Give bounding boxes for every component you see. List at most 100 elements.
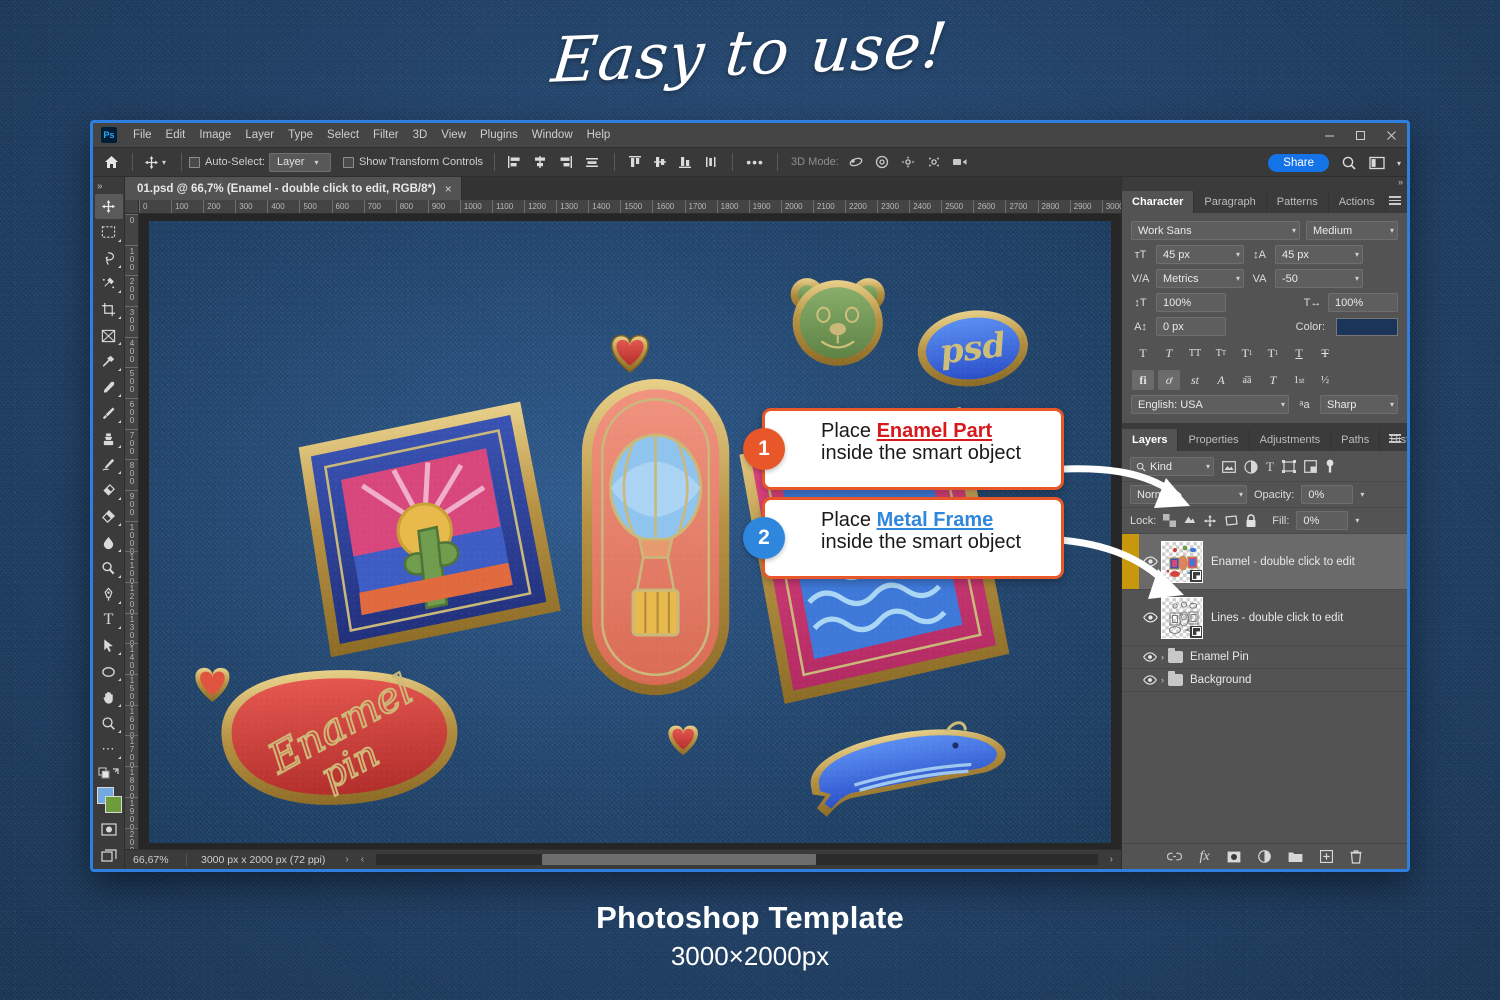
layer-name[interactable]: Lines - double click to edit bbox=[1211, 612, 1343, 624]
object-selection-tool[interactable] bbox=[95, 272, 123, 297]
tool-preset-chevron-icon[interactable]: ▾ bbox=[162, 158, 166, 167]
standard-ligatures-icon[interactable]: fi bbox=[1132, 370, 1154, 390]
align-top-edges-icon[interactable] bbox=[622, 155, 647, 169]
dodge-tool[interactable] bbox=[95, 556, 123, 581]
pan-3d-icon[interactable] bbox=[895, 155, 921, 169]
align-vertical-centers-icon[interactable] bbox=[647, 155, 672, 169]
gradient-tool[interactable] bbox=[95, 504, 123, 529]
layer-thumbnail[interactable] bbox=[1161, 541, 1203, 583]
subscript-icon[interactable]: T1 bbox=[1262, 343, 1284, 363]
opacity-field[interactable]: 0% bbox=[1301, 485, 1353, 504]
font-style-dropdown[interactable]: Medium ▾ bbox=[1306, 221, 1398, 240]
menu-3d[interactable]: 3D bbox=[406, 126, 435, 144]
orbit-3d-icon[interactable] bbox=[843, 155, 869, 169]
menu-plugins[interactable]: Plugins bbox=[473, 126, 525, 144]
clone-stamp-tool[interactable] bbox=[95, 427, 123, 452]
layer-style-fx-icon[interactable]: fx bbox=[1199, 849, 1209, 865]
slide-3d-icon[interactable] bbox=[921, 155, 947, 169]
faux-italic-icon[interactable]: T bbox=[1158, 343, 1180, 363]
table-row[interactable]: Enamel - double click to edit bbox=[1122, 534, 1407, 590]
group-expand-chevron-icon[interactable]: › bbox=[1161, 652, 1164, 662]
font-family-dropdown[interactable]: Work Sans ▾ bbox=[1131, 221, 1300, 240]
frame-tool[interactable] bbox=[95, 323, 123, 348]
ordinals-icon[interactable]: 1st bbox=[1288, 370, 1310, 390]
align-right-edges-icon[interactable] bbox=[552, 155, 577, 169]
align-horizontal-centers-icon[interactable] bbox=[527, 155, 552, 169]
menu-help[interactable]: Help bbox=[580, 126, 618, 144]
kerning-dropdown[interactable]: Metrics ▾ bbox=[1156, 269, 1244, 288]
screen-mode-icon[interactable] bbox=[95, 843, 123, 868]
close-tab-icon[interactable]: × bbox=[445, 182, 452, 196]
chevron-left-icon[interactable]: ‹ bbox=[355, 854, 370, 865]
horizontal-scrollbar[interactable] bbox=[376, 854, 1098, 865]
ellipse-tool[interactable] bbox=[95, 659, 123, 684]
lock-position-icon[interactable] bbox=[1203, 514, 1217, 528]
rectangular-marquee-tool[interactable] bbox=[95, 220, 123, 245]
brush-tool[interactable] bbox=[95, 401, 123, 426]
fill-field[interactable]: 0% bbox=[1296, 511, 1348, 530]
link-layers-icon[interactable] bbox=[1167, 851, 1182, 862]
tracking-dropdown[interactable]: -50 ▾ bbox=[1275, 269, 1363, 288]
faux-bold-icon[interactable]: T bbox=[1132, 343, 1154, 363]
chevron-right-icon[interactable]: › bbox=[339, 854, 354, 865]
workspace-chevron-down-icon[interactable]: ▾ bbox=[1397, 159, 1401, 168]
layer-thumbnail[interactable] bbox=[1161, 597, 1203, 639]
antialias-dropdown[interactable]: Sharp ▾ bbox=[1320, 395, 1398, 414]
stylistic-alternates-icon[interactable]: T bbox=[1262, 370, 1284, 390]
delete-layer-icon[interactable] bbox=[1350, 850, 1362, 864]
auto-select-dropdown[interactable]: Layer ▾ bbox=[269, 153, 331, 172]
fractions-icon[interactable]: ½ bbox=[1314, 370, 1336, 390]
lock-image-pixels-icon[interactable] bbox=[1183, 514, 1196, 527]
all-caps-icon[interactable]: TT bbox=[1184, 343, 1206, 363]
pixel-layer-filter-icon[interactable] bbox=[1222, 461, 1236, 473]
type-tool[interactable]: T bbox=[95, 608, 123, 633]
hand-tool[interactable] bbox=[95, 685, 123, 710]
menu-window[interactable]: Window bbox=[525, 126, 580, 144]
menu-type[interactable]: Type bbox=[281, 126, 320, 144]
lock-transparent-pixels-icon[interactable] bbox=[1163, 514, 1176, 527]
zoom-level[interactable]: 66,67% bbox=[125, 854, 187, 866]
smart-object-filter-icon[interactable] bbox=[1304, 460, 1317, 473]
menu-image[interactable]: Image bbox=[192, 126, 238, 144]
horizontal-scale-field[interactable]: 100% bbox=[1328, 293, 1398, 312]
align-left-edges-icon[interactable] bbox=[502, 155, 527, 169]
maximize-icon[interactable] bbox=[1345, 123, 1376, 147]
layer-name[interactable]: Enamel Pin bbox=[1190, 651, 1249, 663]
close-icon[interactable] bbox=[1376, 123, 1407, 147]
filter-toggle-icon[interactable] bbox=[1325, 459, 1335, 474]
spot-healing-brush-tool[interactable] bbox=[95, 375, 123, 400]
eyedropper-tool[interactable] bbox=[95, 349, 123, 374]
new-adjustment-layer-icon[interactable] bbox=[1258, 850, 1271, 863]
contextual-alternates-icon[interactable]: ơ bbox=[1158, 370, 1180, 390]
workspace-panel-icon[interactable] bbox=[1369, 156, 1385, 170]
tab-character[interactable]: Character bbox=[1122, 191, 1194, 213]
tab-layers[interactable]: Layers bbox=[1122, 429, 1178, 451]
layer-name[interactable]: Background bbox=[1190, 674, 1251, 686]
background-color-swatch[interactable] bbox=[105, 796, 122, 813]
tab-adjustments[interactable]: Adjustments bbox=[1250, 429, 1332, 451]
lasso-tool[interactable] bbox=[95, 246, 123, 271]
minimize-icon[interactable] bbox=[1314, 123, 1345, 147]
default-colors-icon[interactable] bbox=[95, 763, 123, 783]
discretionary-ligatures-icon[interactable]: st bbox=[1184, 370, 1206, 390]
add-layer-mask-icon[interactable] bbox=[1227, 851, 1241, 863]
zoom-tool[interactable] bbox=[95, 711, 123, 736]
lock-all-icon[interactable] bbox=[1245, 514, 1257, 528]
tab-paragraph[interactable]: Paragraph bbox=[1194, 191, 1266, 213]
opacity-chevron-down-icon[interactable]: ▾ bbox=[1360, 490, 1364, 499]
adjustment-layer-filter-icon[interactable] bbox=[1244, 460, 1258, 474]
tab-paths[interactable]: Paths bbox=[1331, 429, 1380, 451]
eraser-tool[interactable] bbox=[95, 478, 123, 503]
auto-select-checkbox[interactable] bbox=[189, 157, 200, 168]
move-tool[interactable] bbox=[95, 194, 123, 219]
menu-file[interactable]: File bbox=[126, 126, 159, 144]
baseline-shift-field[interactable]: 0 px bbox=[1156, 317, 1226, 336]
tab-patterns[interactable]: Patterns bbox=[1267, 191, 1329, 213]
history-brush-tool[interactable] bbox=[95, 452, 123, 477]
show-transform-checkbox[interactable] bbox=[343, 157, 354, 168]
share-button[interactable]: Share bbox=[1268, 154, 1329, 172]
type-layer-filter-icon[interactable]: T bbox=[1266, 459, 1274, 475]
oldstyle-icon[interactable]: a͞a bbox=[1236, 370, 1258, 390]
horizontal-ruler[interactable]: 0100200300400500600700800900100011001200… bbox=[139, 200, 1121, 214]
character-panel-menu-icon[interactable] bbox=[1389, 196, 1401, 207]
